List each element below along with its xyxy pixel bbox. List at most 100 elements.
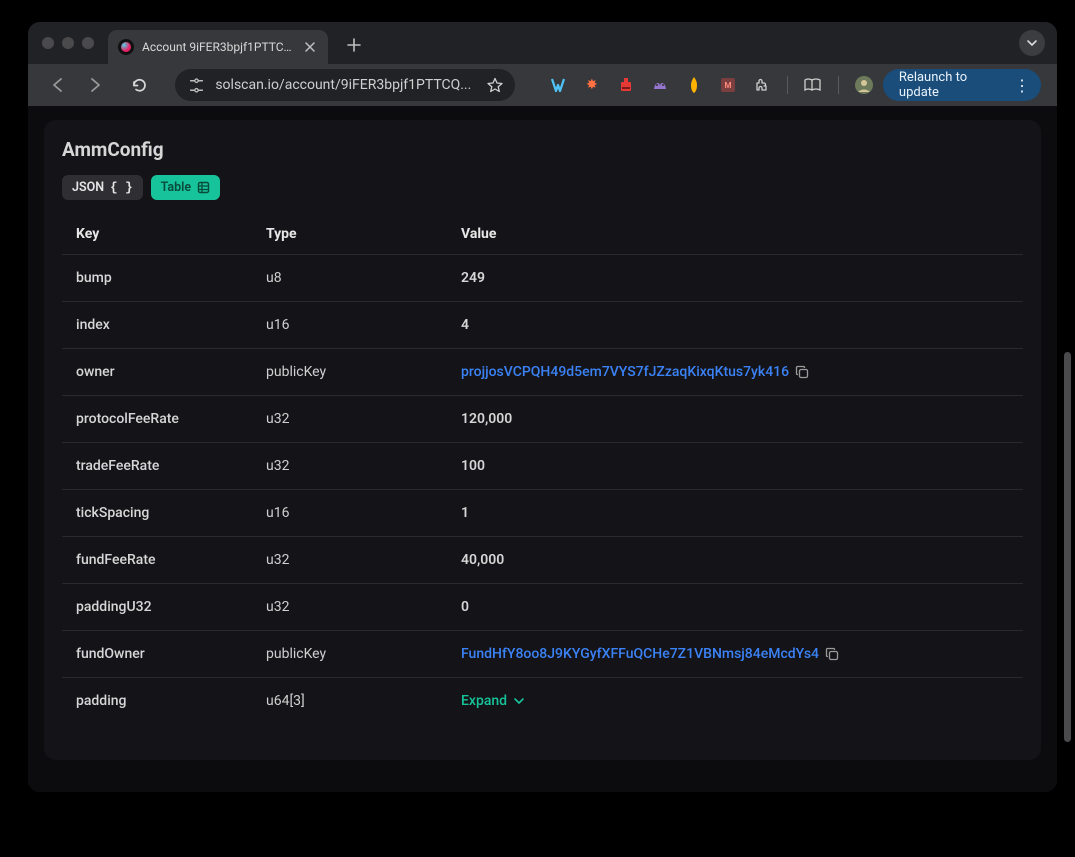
cell-value: Expand <box>447 678 1023 725</box>
cell-type: u32 <box>252 584 447 631</box>
ammconfig-panel: AmmConfig JSON { } Table Key Type <box>44 120 1041 760</box>
browser-window: Account 9iFER3bpjf1PTTCQC solscan.io/acc… <box>28 22 1057 792</box>
cell-type: u32 <box>252 396 447 443</box>
browser-tab-active[interactable]: Account 9iFER3bpjf1PTTCQC <box>108 30 328 64</box>
table-row: tickSpacingu16 1 <box>62 490 1023 537</box>
cell-key: paddingU32 <box>62 584 252 631</box>
view-mode-tabs: JSON { } Table <box>62 175 1023 200</box>
expand-button[interactable]: Expand <box>461 693 525 709</box>
col-header-key: Key <box>62 214 252 255</box>
value-link[interactable]: projjosVCPQH49d5em7VYS7fJZzaqKixqKtus7yk… <box>461 364 789 380</box>
cell-key: protocolFeeRate <box>62 396 252 443</box>
cell-value: projjosVCPQH49d5em7VYS7fJZzaqKixqKtus7yk… <box>447 349 1023 396</box>
value-text: 100 <box>461 458 485 474</box>
relaunch-label: Relaunch to update <box>899 70 1006 100</box>
toolbar-separator <box>787 76 788 94</box>
cell-type: u64[3] <box>252 678 447 725</box>
json-tab-label: JSON <box>72 180 104 195</box>
cell-value: 0 <box>447 584 1023 631</box>
tab-close-icon[interactable] <box>302 39 318 55</box>
table-row: bumpu8249 <box>62 255 1023 302</box>
table-row: indexu164 <box>62 302 1023 349</box>
bookmark-star-icon[interactable] <box>487 77 503 93</box>
col-header-value: Value <box>447 214 1023 255</box>
braces-icon: { } <box>110 181 133 195</box>
extension-icon-6[interactable]: M <box>719 76 737 94</box>
svg-text:M: M <box>724 81 731 90</box>
table-row: fundOwnerpublicKey FundHfY8oo8J9KYGyfXFFu… <box>62 631 1023 678</box>
value-text: 120,000 <box>461 411 512 427</box>
table-row: fundFeeRateu32 40,000 <box>62 537 1023 584</box>
cell-key: bump <box>62 255 252 302</box>
navigation-toolbar: solscan.io/account/9iFER3bpjf1PTTCQ... ✸… <box>28 64 1057 106</box>
cell-key: tradeFeeRate <box>62 443 252 490</box>
tab-bar: Account 9iFER3bpjf1PTTCQC <box>28 22 1057 64</box>
value-text: 1 <box>461 505 469 521</box>
cell-type: publicKey <box>252 349 447 396</box>
page-content: AmmConfig JSON { } Table Key Type <box>28 106 1057 792</box>
extension-icon-5[interactable] <box>685 76 703 94</box>
col-header-type: Type <box>252 214 447 255</box>
forward-button[interactable] <box>81 71 108 99</box>
scrollbar[interactable] <box>1064 352 1071 742</box>
cell-value: FundHfY8oo8J9KYGyfXFFuQCHe7Z1VBNmsj84eMc… <box>447 631 1023 678</box>
menu-dots-icon: ⋮ <box>1014 76 1031 95</box>
view-tab-table[interactable]: Table <box>151 175 221 200</box>
tab-favicon <box>118 39 134 55</box>
table-row: ownerpublicKey projjosVCPQH49d5em7VYS7fJZ… <box>62 349 1023 396</box>
extension-icon-2[interactable]: ✸ <box>583 76 601 94</box>
cell-type: u16 <box>252 302 447 349</box>
extension-icons: ✸ M <box>549 76 873 94</box>
cell-type: u32 <box>252 443 447 490</box>
url-text: solscan.io/account/9iFER3bpjf1PTTCQ... <box>215 77 477 93</box>
profile-avatar-icon[interactable] <box>855 76 873 94</box>
cell-key: fundFeeRate <box>62 537 252 584</box>
extension-icon-3[interactable] <box>617 76 635 94</box>
copy-icon[interactable] <box>825 647 839 661</box>
window-controls <box>42 37 94 49</box>
cell-type: u16 <box>252 490 447 537</box>
cell-type: publicKey <box>252 631 447 678</box>
table-row: tradeFeeRateu32 100 <box>62 443 1023 490</box>
table-row: protocolFeeRateu32 120,000 <box>62 396 1023 443</box>
cell-value: 120,000 <box>447 396 1023 443</box>
value-text: 249 <box>461 270 485 286</box>
tab-title: Account 9iFER3bpjf1PTTCQC <box>142 40 294 54</box>
extension-icon-1[interactable] <box>549 76 567 94</box>
new-tab-button[interactable] <box>342 33 366 57</box>
back-button[interactable] <box>44 71 71 99</box>
value-text: 40,000 <box>461 552 504 568</box>
cell-value: 100 <box>447 443 1023 490</box>
cell-key: padding <box>62 678 252 725</box>
table-tab-label: Table <box>161 180 192 195</box>
window-maximize[interactable] <box>82 37 94 49</box>
reader-mode-icon[interactable] <box>804 76 822 94</box>
chevron-down-icon <box>513 695 525 707</box>
cell-key: tickSpacing <box>62 490 252 537</box>
cell-key: fundOwner <box>62 631 252 678</box>
cell-value: 4 <box>447 302 1023 349</box>
expand-label: Expand <box>461 693 507 709</box>
window-close[interactable] <box>42 37 54 49</box>
cell-value: 40,000 <box>447 537 1023 584</box>
table-row: paddingU32u320 <box>62 584 1023 631</box>
value-link[interactable]: FundHfY8oo8J9KYGyfXFFuQCHe7Z1VBNmsj84eMc… <box>461 646 819 662</box>
view-tab-json[interactable]: JSON { } <box>62 175 143 200</box>
value-text: 4 <box>461 317 469 333</box>
reload-button[interactable] <box>126 71 153 99</box>
extension-icon-4[interactable] <box>651 76 669 94</box>
table-icon <box>197 181 210 194</box>
site-settings-icon[interactable] <box>187 76 205 94</box>
cell-key: owner <box>62 349 252 396</box>
url-bar[interactable]: solscan.io/account/9iFER3bpjf1PTTCQ... <box>175 69 515 101</box>
cell-value: 1 <box>447 490 1023 537</box>
cell-type: u32 <box>252 537 447 584</box>
toolbar-separator <box>838 76 839 94</box>
data-table: Key Type Value bumpu8249indexu164ownerpu… <box>62 214 1023 724</box>
relaunch-button[interactable]: Relaunch to update ⋮ <box>883 69 1041 101</box>
extensions-puzzle-icon[interactable] <box>753 76 771 94</box>
cell-value: 249 <box>447 255 1023 302</box>
window-minimize[interactable] <box>62 37 74 49</box>
copy-icon[interactable] <box>795 365 809 379</box>
tabs-dropdown-button[interactable] <box>1019 30 1045 56</box>
